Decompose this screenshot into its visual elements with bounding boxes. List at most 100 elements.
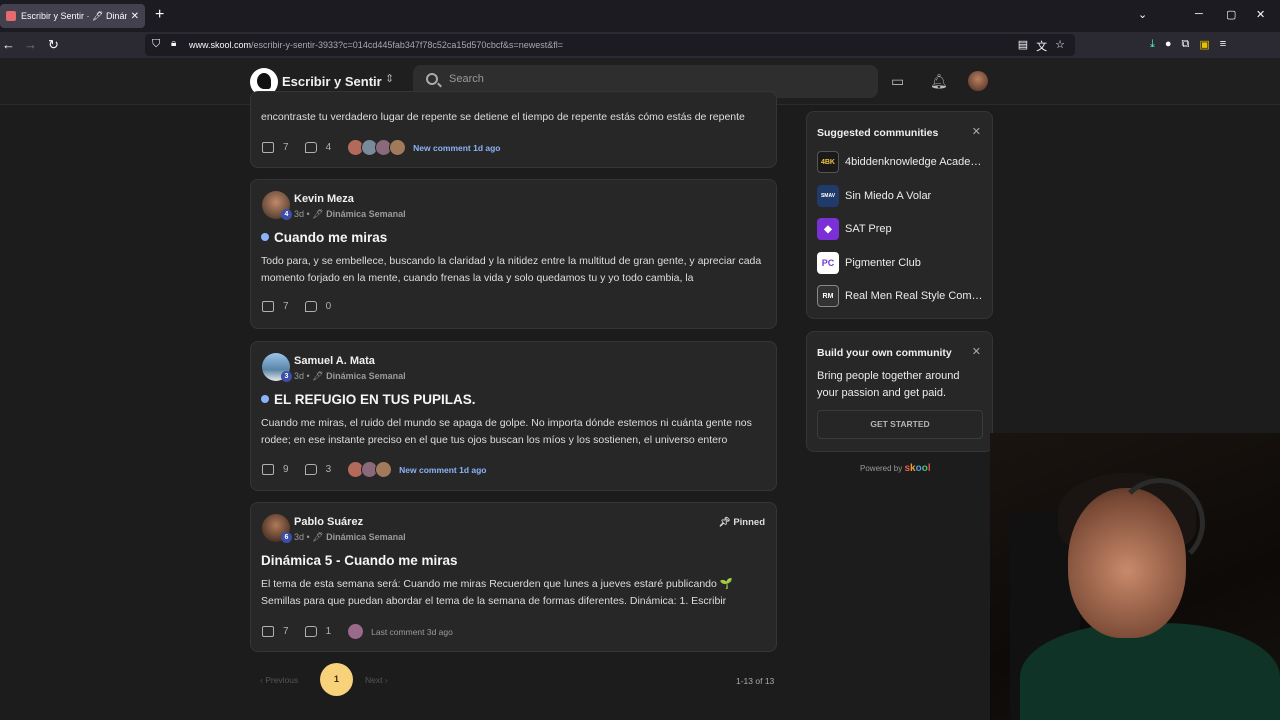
community-name[interactable]: Escribir y Sentir <box>282 74 382 89</box>
post-title[interactable]: EL REFUGIO EN TUS PUPILAS. <box>261 392 476 407</box>
comment-icon[interactable] <box>304 301 317 312</box>
activity-text: New comment 1d ago <box>413 142 501 153</box>
post-card[interactable]: 6 Pablo Suárez 3d • 🖋 Dinámica Semanal 📌… <box>250 502 777 652</box>
post-actions: 7 4 New comment 1d ago <box>262 139 501 156</box>
forward-icon[interactable]: → <box>24 37 37 52</box>
post-card[interactable]: 4 Kevin Meza 3d • 🖋 Dinámica Semanal Cua… <box>250 179 777 329</box>
community-name: 4biddenknowledge Acade… <box>845 156 982 168</box>
close-window-icon[interactable]: ✕ <box>1256 8 1265 21</box>
community-name: Pigmenter Club <box>845 257 921 269</box>
skool-logo: skool <box>904 463 931 474</box>
comment-count: 4 <box>325 142 332 153</box>
post-title[interactable]: Dinámica 5 - Cuando me miras <box>261 553 458 568</box>
category-link[interactable]: Dinámica Semanal <box>326 532 406 542</box>
community-item[interactable]: 4BK 4biddenknowledge Acade… <box>817 151 981 173</box>
maximize-icon[interactable]: ▢ <box>1226 8 1236 21</box>
like-icon[interactable] <box>262 301 274 312</box>
post-title[interactable]: Cuando me miras <box>261 230 387 245</box>
back-icon[interactable]: ← <box>2 37 15 52</box>
url-text: www.skool.com/escribir-y-sentir-3933?c=0… <box>189 40 563 50</box>
url-bar[interactable]: ⛉ 🔒︎ www.skool.com/escribir-y-sentir-393… <box>145 34 1075 56</box>
chat-icon[interactable]: ▭ <box>891 73 904 90</box>
post-body: encontraste tu verdadero lugar de repent… <box>261 111 745 123</box>
post-card[interactable]: encontraste tu verdadero lugar de repent… <box>250 91 777 168</box>
post-actions: 9 3 New comment 1d ago <box>262 461 487 478</box>
build-description: Bring people together around your passio… <box>817 370 960 399</box>
bell-icon[interactable]: 🔔︎ <box>930 73 948 90</box>
post-meta: 3d • 🖋 Dinámica Semanal <box>294 371 406 381</box>
like-icon[interactable] <box>262 626 274 637</box>
category-link[interactable]: Dinámica Semanal <box>326 371 406 381</box>
suggested-communities-panel: Suggested communities ✕ 4BK 4biddenknowl… <box>806 111 993 319</box>
user-avatar[interactable] <box>968 71 988 91</box>
post-body: Cuando me miras, el ruido del mundo se a… <box>261 417 752 446</box>
extensions-puzzle-icon[interactable]: ⧉ <box>1182 38 1190 51</box>
level-badge: 4 <box>281 209 292 220</box>
community-name: SAT Prep <box>845 223 892 235</box>
browser-tab[interactable]: Escribir y Sentir · 🖋 Dinámica ✕ <box>0 4 145 28</box>
close-tab-icon[interactable]: ✕ <box>131 11 139 22</box>
lock-icon[interactable]: 🔒︎ <box>171 38 176 49</box>
browser-navbar: ← → ↻ ⛉ 🔒︎ www.skool.com/escribir-y-sent… <box>0 32 1280 58</box>
bookmark-star-icon[interactable]: ☆ <box>1055 38 1065 54</box>
community-item[interactable]: ◆ SAT Prep <box>817 218 892 240</box>
reader-view-icon[interactable]: ▤ <box>1018 38 1028 54</box>
community-icon: SMAV <box>817 185 839 207</box>
activity-text: New comment 1d ago <box>399 464 487 475</box>
community-icon: PC <box>817 252 839 274</box>
close-icon[interactable]: ✕ <box>972 125 981 138</box>
page-1-button[interactable]: 1 <box>320 663 353 696</box>
commenter-avatar <box>375 461 393 478</box>
favicon-icon <box>6 11 16 21</box>
activity-text: Last comment 3d ago <box>371 626 453 637</box>
extension-icon[interactable]: ● <box>1165 38 1172 51</box>
search-icon <box>426 73 438 85</box>
reload-icon[interactable]: ↻ <box>48 37 59 53</box>
build-community-panel: Build your own community ✕ Bring people … <box>806 331 993 452</box>
browser-tabbar: Escribir y Sentir · 🖋 Dinámica ✕ + ⌄ ─ ▢… <box>0 0 1280 32</box>
search-input[interactable] <box>449 73 849 85</box>
post-card[interactable]: 3 Samuel A. Mata 3d • 🖋 Dinámica Semanal… <box>250 341 777 491</box>
community-item[interactable]: SMAV Sin Miedo A Volar <box>817 185 931 207</box>
download-icon[interactable]: ⤓ <box>1150 38 1155 51</box>
get-started-button[interactable]: GET STARTED <box>817 410 983 439</box>
post-actions: 7 1 Last comment 3d ago <box>262 623 453 640</box>
author-name[interactable]: Samuel A. Mata <box>294 355 375 367</box>
commenter-avatar <box>389 139 407 156</box>
comment-count: 1 <box>325 626 332 637</box>
new-tab-icon[interactable]: + <box>155 6 164 24</box>
shield-icon[interactable]: ⛉ <box>152 38 160 51</box>
switch-community-icon[interactable]: ⇕ <box>385 72 394 85</box>
like-icon[interactable] <box>262 142 274 153</box>
community-icon: 4BK <box>817 151 839 173</box>
next-page-button[interactable]: Next › <box>365 675 388 685</box>
author-name[interactable]: Kevin Meza <box>294 193 354 205</box>
tab-title: Escribir y Sentir · 🖋 Dinámica <box>21 10 127 21</box>
post-body: El tema de esta semana será: Cuando me m… <box>261 578 733 607</box>
author-name[interactable]: Pablo Suárez <box>294 516 363 528</box>
community-item[interactable]: RM Real Men Real Style Com… <box>817 285 983 307</box>
like-count: 9 <box>283 464 289 475</box>
comment-count: 3 <box>325 464 332 475</box>
comment-icon[interactable] <box>304 142 317 153</box>
profile-extension-icon[interactable]: ▣ <box>1199 38 1209 51</box>
close-icon[interactable]: ✕ <box>972 345 981 358</box>
post-body: Todo para, y se embellece, buscando la c… <box>261 255 762 284</box>
category-link[interactable]: Dinámica Semanal <box>326 209 406 219</box>
like-icon[interactable] <box>262 464 274 475</box>
community-item[interactable]: PC Pigmenter Club <box>817 252 921 274</box>
like-count: 7 <box>283 301 289 312</box>
previous-page-button[interactable]: ‹ Previous <box>260 675 298 685</box>
minimize-icon[interactable]: ─ <box>1195 8 1203 20</box>
comment-icon[interactable] <box>304 464 317 475</box>
comment-icon[interactable] <box>304 626 317 637</box>
tab-list-icon[interactable]: ⌄ <box>1138 8 1147 21</box>
commenter-avatar <box>347 623 365 640</box>
menu-icon[interactable]: ≡ <box>1220 38 1226 51</box>
translate-icon[interactable]: 文 <box>1036 38 1047 54</box>
community-icon: ◆ <box>817 218 839 240</box>
post-meta: 3d • 🖋 Dinámica Semanal <box>294 209 406 219</box>
powered-by[interactable]: Powered by skool <box>860 463 931 474</box>
community-name: Sin Miedo A Volar <box>845 190 932 202</box>
community-icon: RM <box>817 285 839 307</box>
